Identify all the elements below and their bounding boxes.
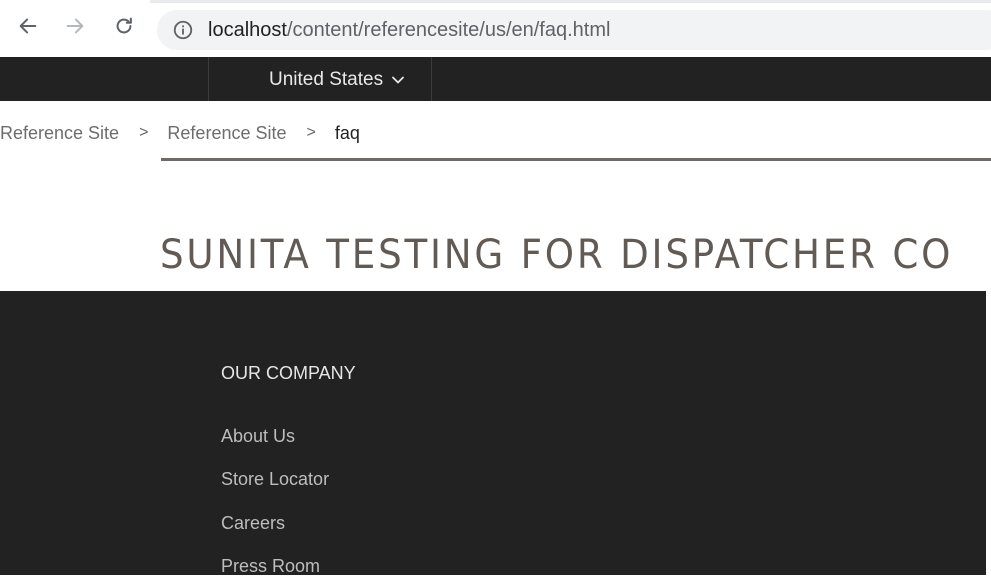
footer-link-careers[interactable]: Careers bbox=[221, 513, 285, 534]
tab-strip-edge bbox=[150, 0, 991, 3]
breadcrumb-current: faq bbox=[334, 122, 360, 143]
breadcrumb-separator: > bbox=[306, 124, 316, 141]
breadcrumb-link-home[interactable]: Reference Site bbox=[0, 123, 119, 144]
back-button[interactable] bbox=[13, 13, 43, 43]
footer-heading: OUR COMPANY bbox=[221, 363, 356, 383]
header-divider bbox=[431, 57, 432, 101]
page-title: SUNITA TESTING FOR DISPATCHER CO bbox=[160, 232, 954, 278]
breadcrumb-underline bbox=[161, 158, 991, 161]
arrow-right-icon bbox=[64, 15, 86, 42]
chevron-down-icon bbox=[391, 73, 405, 87]
breadcrumb-separator: > bbox=[139, 124, 149, 141]
breadcrumb: Reference Site > Reference Site > faq bbox=[0, 121, 360, 145]
browser-toolbar: localhost/content/referencesite/us/en/fa… bbox=[0, 0, 991, 57]
forward-button[interactable] bbox=[60, 13, 90, 43]
url-path: /content/referencesite/us/en/faq.html bbox=[286, 19, 611, 41]
arrow-left-icon bbox=[17, 15, 39, 42]
site-footer: OUR COMPANY About Us Store Locator Caree… bbox=[0, 291, 986, 577]
info-circle-icon[interactable] bbox=[171, 18, 195, 42]
url-host: localhost bbox=[208, 19, 287, 41]
reload-icon bbox=[113, 15, 135, 42]
breadcrumb-link-section[interactable]: Reference Site bbox=[167, 123, 286, 144]
footer-link-about-us[interactable]: About Us bbox=[221, 426, 295, 447]
country-label: United States bbox=[269, 69, 384, 90]
country-selector[interactable]: United States bbox=[269, 69, 405, 91]
reload-button[interactable] bbox=[109, 13, 139, 43]
address-url[interactable]: localhost/content/referencesite/us/en/fa… bbox=[208, 19, 610, 41]
site-header: United States bbox=[0, 57, 991, 101]
scrollbar-gutter bbox=[986, 291, 991, 575]
footer-link-store-locator[interactable]: Store Locator bbox=[221, 469, 329, 490]
footer-link-press-room[interactable]: Press Room bbox=[221, 556, 320, 577]
header-divider bbox=[208, 57, 209, 101]
address-bar[interactable]: localhost/content/referencesite/us/en/fa… bbox=[157, 10, 991, 50]
